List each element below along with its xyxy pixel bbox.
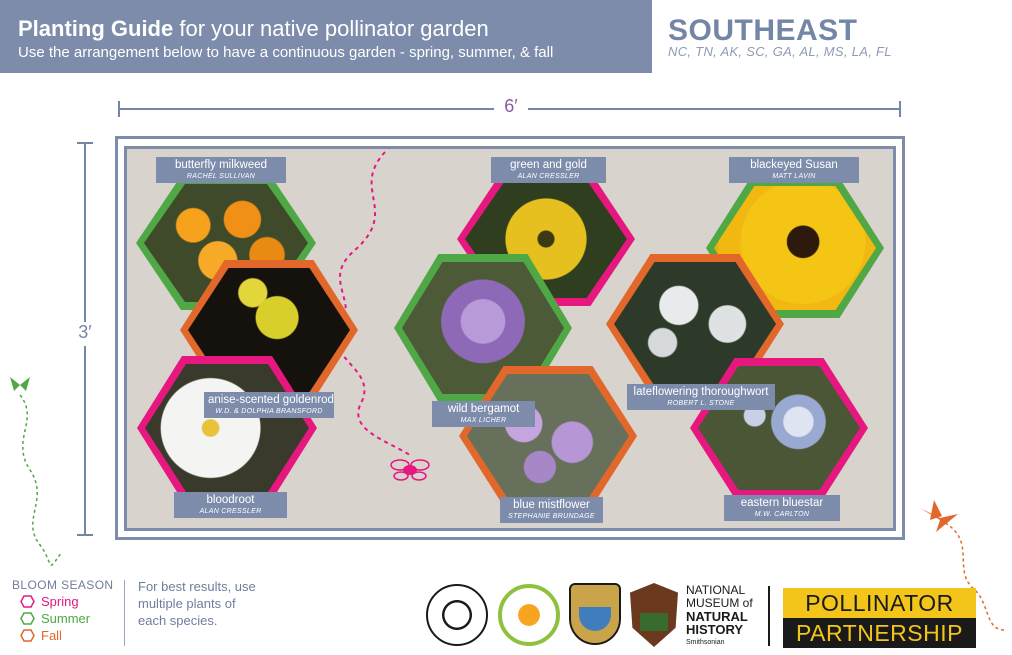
fish-and-wildlife-service-logo (569, 583, 621, 645)
napcc-logo (426, 584, 488, 646)
plant-label-blackeyed-susan: blackeyed Susan MATT LAVIN (729, 157, 859, 183)
hummingbird-icon (920, 500, 958, 532)
bloom-season-legend: BLOOM SEASON (12, 578, 114, 592)
planting-tip: For best results, use multiple plants of… (138, 579, 256, 628)
legend-item-summer: Summer (20, 611, 90, 626)
plant-label-bloodroot: bloodroot ALAN CRESSLER (174, 492, 287, 518)
pollinator-partnership-logo: POLLINATOR PARTNERSHIP (783, 588, 976, 648)
million-pollinator-garden-logo (498, 584, 560, 646)
plant-label-eastern-bluestar: eastern bluestar M.W. CARLTON (724, 495, 840, 521)
plant-label-lateflowering-thoroughwort: lateflowering thoroughwort ROBERT L. STON… (627, 384, 775, 410)
moth-icon (10, 377, 30, 391)
hexagon-icon (20, 595, 35, 608)
bee-icon (390, 459, 430, 481)
hexagon-icon (20, 612, 35, 625)
logo-divider (768, 586, 770, 646)
plant-label-anise-scented-goldenrod: anise-scented goldenrod W.D. & DOLPHIA BR… (204, 392, 334, 418)
legend-divider (124, 580, 125, 646)
legend-title: BLOOM SEASON (12, 578, 114, 592)
plant-label-wild-bergamot: wild bergamot MAX LICHER (432, 401, 535, 427)
legend-item-spring: Spring (20, 594, 79, 609)
plant-label-green-and-gold: green and gold ALAN CRESSLER (491, 157, 606, 183)
nmnh-logo: NATIONAL MUSEUM of NATURAL HISTORY Smith… (686, 583, 753, 647)
legend-item-fall: Fall (20, 628, 62, 643)
plant-label-blue-mistflower: blue mistflower STEPHANIE BRUNDAGE (500, 497, 603, 523)
plant-label-butterfly-milkweed: butterfly milkweed RACHEL SULLIVAN (156, 157, 286, 183)
hexagon-icon (20, 629, 35, 642)
